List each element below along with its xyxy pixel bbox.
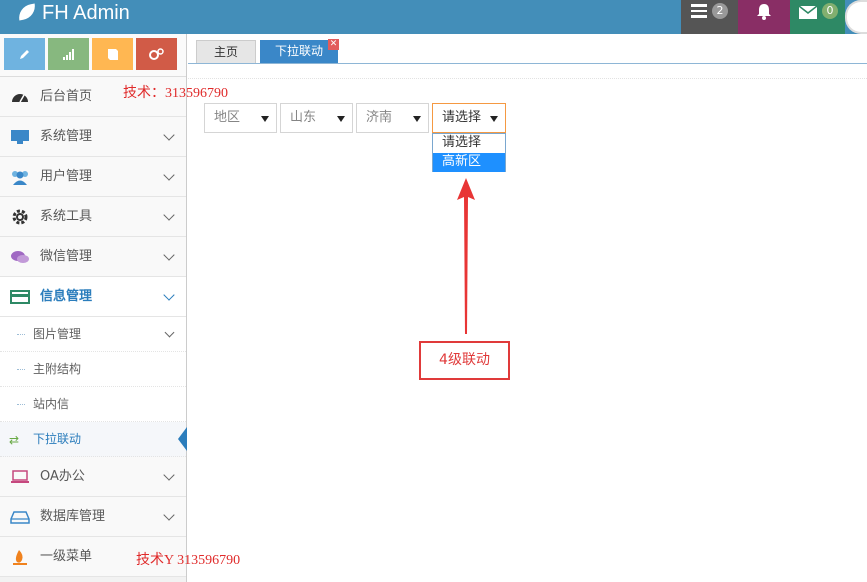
- sidebar-subitem-inbox[interactable]: 站内信: [0, 387, 186, 422]
- divider: [188, 78, 867, 79]
- sidebar: 后台首页 系统管理 用户管理 系统工具 微信管理 信息管理 图片管理 主附结构 …: [0, 34, 187, 582]
- level4-select[interactable]: 请选择: [432, 103, 506, 133]
- users-icon: [12, 171, 28, 185]
- signal-icon: [63, 49, 74, 60]
- caret-down-icon: [490, 116, 498, 122]
- sidebar-item-users[interactable]: 用户管理: [0, 157, 186, 197]
- desktop-icon: [11, 130, 29, 144]
- sidebar-item-wechat[interactable]: 微信管理: [0, 237, 186, 277]
- sidebar-subitem-label: 下拉联动: [33, 432, 82, 446]
- cogs-shortcut-button[interactable]: [136, 38, 177, 70]
- level4-dropdown: 请选择 高新区: [432, 133, 506, 172]
- sidebar-subitem-cascade[interactable]: ⇄ 下拉联动: [0, 422, 187, 457]
- sidebar-subitem-label: 站内信: [33, 397, 70, 411]
- select-value: 济南: [366, 110, 393, 125]
- tasks-button[interactable]: 2: [681, 0, 738, 34]
- sidebar-subitem-images[interactable]: 图片管理: [0, 317, 186, 352]
- chevron-down-icon: [163, 469, 175, 481]
- chevron-down-icon: [164, 327, 175, 338]
- sidebar-item-label: 系统管理: [40, 129, 93, 144]
- pencil-shortcut-button[interactable]: [4, 38, 45, 70]
- watermark-text: 技术：313596790: [123, 86, 228, 101]
- level3-select[interactable]: 济南: [356, 103, 429, 133]
- close-icon[interactable]: ✕: [328, 39, 339, 50]
- select-value: 地区: [214, 110, 241, 125]
- dropdown-option-highlighted[interactable]: 高新区: [433, 153, 505, 172]
- sidebar-subitem-master-detail[interactable]: 主附结构: [0, 352, 186, 387]
- tasks-badge: 2: [712, 3, 728, 19]
- sidebar-item-tools[interactable]: 系统工具: [0, 197, 186, 237]
- brand[interactable]: FH Admin: [16, 0, 130, 34]
- brand-label: FH Admin: [42, 2, 130, 24]
- fire-icon: [13, 550, 27, 565]
- cog-icon: [12, 209, 28, 225]
- tab-cascade[interactable]: 下拉联动 ✕: [260, 39, 339, 63]
- select-value: 山东: [290, 110, 317, 125]
- exchange-icon: ⇄: [9, 433, 20, 447]
- signal-shortcut-button[interactable]: [48, 38, 89, 70]
- chevron-down-icon: [163, 209, 175, 221]
- sidebar-item-label: 后台首页: [40, 89, 93, 104]
- chevron-down-icon: [163, 249, 175, 261]
- sidebar-item-label: 微信管理: [40, 249, 93, 264]
- chevron-down-icon: [163, 509, 175, 521]
- tasks-icon: [691, 4, 707, 18]
- sidebar-subitem-label: 图片管理: [33, 327, 82, 341]
- tab-label: 下拉联动: [274, 44, 323, 58]
- chevron-down-icon: [163, 129, 175, 141]
- annotation-arrow: [457, 178, 475, 334]
- dropdown-option[interactable]: 请选择: [433, 134, 505, 153]
- chevron-down-icon: [163, 169, 175, 181]
- messages-button[interactable]: 0: [790, 0, 845, 34]
- level1-select[interactable]: 地区: [204, 103, 277, 133]
- book-icon: [108, 49, 118, 60]
- chevron-down-icon: [163, 289, 175, 301]
- messages-badge: 0: [822, 3, 838, 19]
- avatar[interactable]: [845, 0, 867, 34]
- credit-card-icon: [10, 290, 30, 304]
- sidebar-item-oa[interactable]: OA办公: [0, 457, 186, 497]
- sidebar-subitem-label: 主附结构: [33, 362, 82, 376]
- shortcut-bar: [0, 34, 186, 77]
- dashboard-icon: [12, 94, 28, 103]
- tab-home[interactable]: 主页: [196, 40, 256, 63]
- caret-down-icon: [337, 116, 345, 122]
- sidebar-item-info[interactable]: 信息管理: [0, 277, 186, 317]
- watermark-text: 技术Y 313596790: [136, 553, 241, 568]
- sidebar-item-system[interactable]: 系统管理: [0, 117, 186, 157]
- sidebar-item-label: 信息管理: [40, 289, 93, 304]
- sidebar-item-label: OA办公: [40, 469, 85, 484]
- sidebar-item-label: 一级菜单: [40, 549, 93, 564]
- hdd-icon: [10, 511, 30, 524]
- sidebar-item-database[interactable]: 数据库管理: [0, 497, 186, 537]
- bell-icon: [757, 4, 771, 20]
- leaf-icon: [16, 3, 38, 21]
- notifications-button[interactable]: [738, 0, 790, 34]
- active-indicator: [178, 427, 187, 451]
- top-navbar: FH Admin 2 0: [0, 0, 867, 34]
- cogs-icon: [149, 48, 164, 60]
- sidebar-item-label: 系统工具: [40, 209, 93, 224]
- pencil-icon: [20, 50, 29, 59]
- laptop-icon: [11, 470, 29, 483]
- select-value: 请选择: [442, 110, 482, 125]
- sidebar-item-label: 数据库管理: [40, 509, 106, 524]
- level2-select[interactable]: 山东: [280, 103, 353, 133]
- book-shortcut-button[interactable]: [92, 38, 133, 70]
- envelope-icon: [799, 6, 817, 19]
- annotation-label: 4级联动: [419, 341, 510, 380]
- tab-bar: 主页 下拉联动 ✕: [188, 34, 867, 64]
- comments-icon: [11, 251, 29, 263]
- sidebar-item-label: 用户管理: [40, 169, 93, 184]
- caret-down-icon: [261, 116, 269, 122]
- caret-down-icon: [413, 116, 421, 122]
